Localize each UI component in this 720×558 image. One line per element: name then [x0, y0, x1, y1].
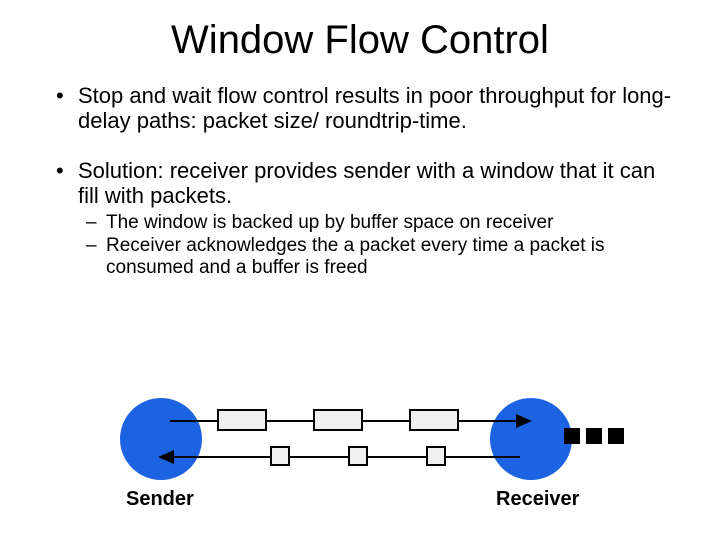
sender-node-icon [120, 398, 202, 480]
packet-icon [313, 409, 363, 431]
ack-icon [348, 446, 368, 466]
packet-icon [217, 409, 267, 431]
buffer-slot-icon [586, 428, 602, 444]
bullet-2: Solution: receiver provides sender with … [50, 158, 680, 279]
receiver-label: Receiver [496, 488, 579, 511]
receiver-node-icon [490, 398, 572, 480]
ack-icon [426, 446, 446, 466]
packet-icon [409, 409, 459, 431]
bullet-2-text: Solution: receiver provides sender with … [78, 158, 655, 208]
ack-arrow-head-icon [158, 450, 174, 464]
slide-body: Stop and wait flow control results in po… [0, 83, 720, 279]
ack-arrow-line [170, 456, 520, 458]
sender-label: Sender [126, 488, 194, 511]
buffer-slot-icon [608, 428, 624, 444]
data-arrow-head-icon [516, 414, 532, 428]
ack-icon [270, 446, 290, 466]
flow-diagram: Sender Receiver [120, 398, 580, 538]
slide-title: Window Flow Control [0, 18, 720, 63]
sub-bullet-2: Receiver acknowledges the a packet every… [84, 235, 680, 279]
buffer-slot-icon [564, 428, 580, 444]
bullet-1: Stop and wait flow control results in po… [50, 83, 680, 134]
sub-bullet-1: The window is backed up by buffer space … [84, 212, 680, 234]
